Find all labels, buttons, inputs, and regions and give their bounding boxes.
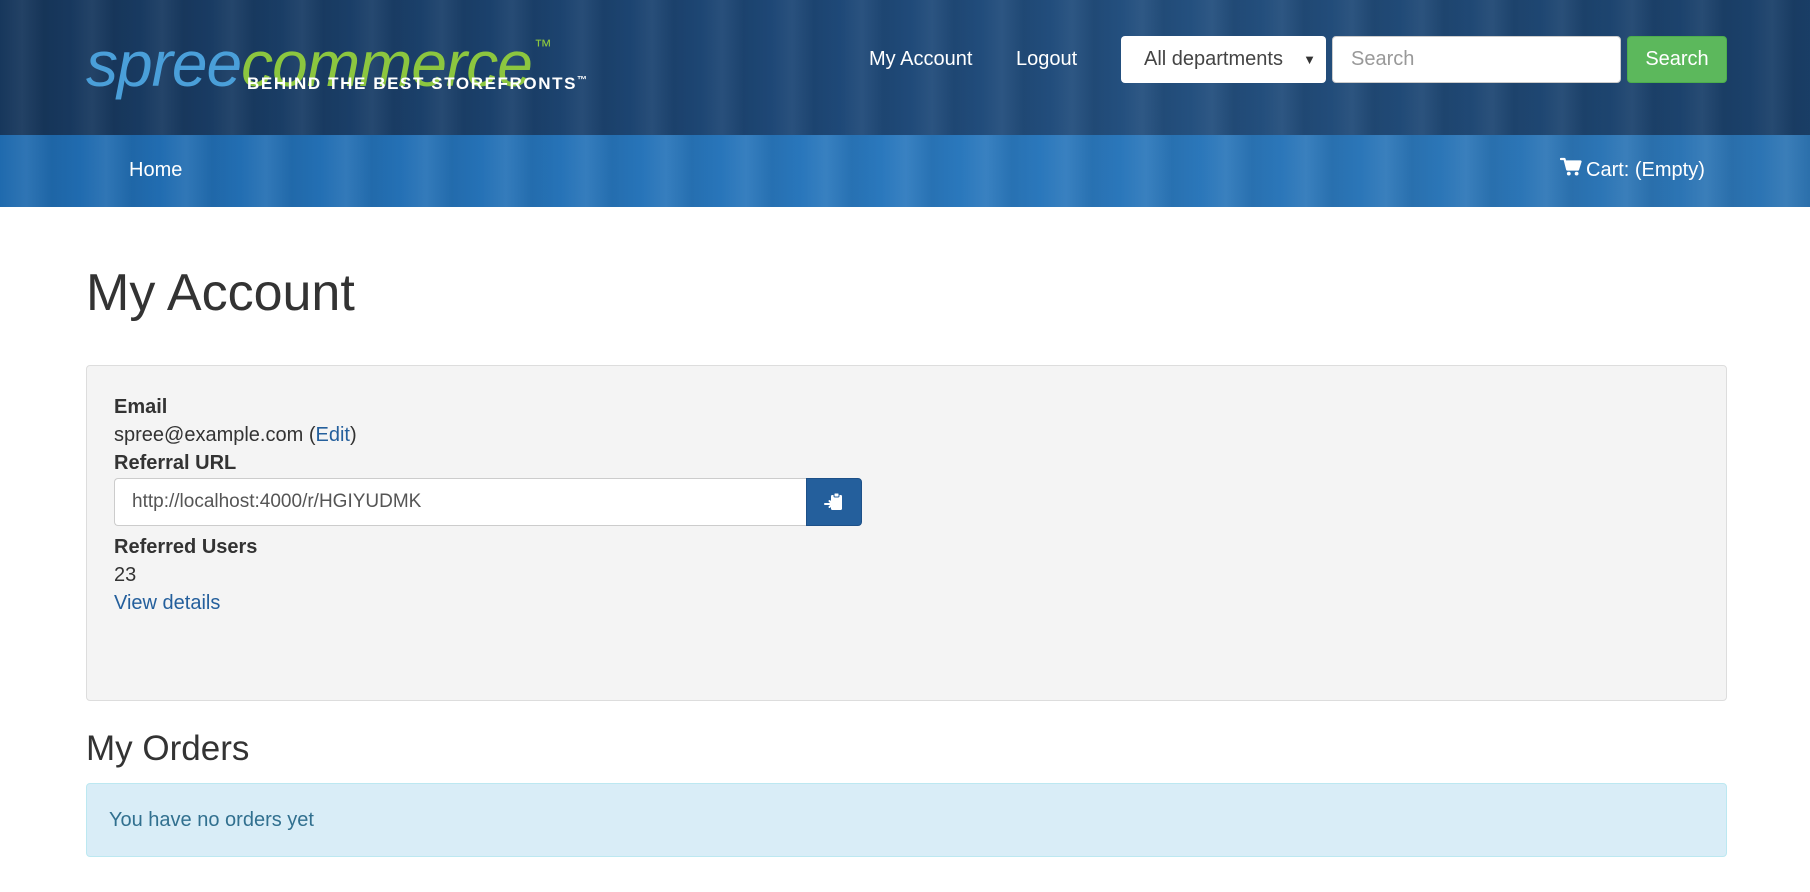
copy-referral-url-button[interactable]	[806, 478, 862, 526]
page-title: My Account	[86, 264, 355, 322]
edit-close-paren: )	[349, 424, 357, 446]
department-selected-value: All departments	[1144, 48, 1283, 70]
search-button[interactable]: Search	[1627, 36, 1727, 83]
no-orders-alert: You have no orders yet	[86, 783, 1727, 857]
logo-tagline-text: BEHIND THE BEST STOREFRONTS	[247, 74, 578, 93]
logo-spree-text: spree	[86, 28, 242, 100]
clipboard-paste-icon	[824, 492, 842, 510]
email-label: Email	[114, 396, 168, 418]
logo-tagline-trademark: ™	[577, 75, 589, 86]
my-account-link[interactable]: My Account	[869, 47, 972, 71]
account-summary-panel: Email spree@example.com (Edit) Referral …	[86, 365, 1727, 701]
edit-email-link[interactable]: Edit	[316, 424, 350, 446]
edit-open-paren: (	[308, 424, 316, 446]
referral-url-field[interactable]	[114, 478, 807, 526]
shopping-cart-icon	[1559, 157, 1582, 177]
referred-users-count: 23	[114, 564, 137, 586]
referral-url-label: Referral URL	[114, 452, 237, 474]
logo-trademark: ™	[533, 36, 552, 56]
view-details-link[interactable]: View details	[114, 592, 220, 615]
my-orders-heading: My Orders	[86, 729, 250, 768]
main-nav-bar: Home Cart: (Empty)	[0, 135, 1810, 207]
caret-down-icon: ▼	[1303, 52, 1316, 67]
email-row: spree@example.com (Edit)	[114, 424, 357, 447]
spree-commerce-logo[interactable]: spreecommerce ™ BEHIND THE BEST STOREFRON…	[86, 8, 616, 100]
cart-label: Cart: (Empty)	[1586, 159, 1705, 181]
logo-tagline: BEHIND THE BEST STOREFRONTS™	[247, 74, 589, 94]
referred-users-label: Referred Users	[114, 536, 258, 558]
email-value: spree@example.com	[114, 424, 304, 446]
top-header: spreecommerce ™ BEHIND THE BEST STOREFRON…	[0, 0, 1810, 135]
cart-link[interactable]: Cart: (Empty)	[1559, 157, 1705, 182]
search-input[interactable]	[1332, 36, 1621, 83]
nav-home-link[interactable]: Home	[129, 159, 182, 182]
department-select[interactable]: All departments ▼	[1121, 36, 1326, 83]
logout-link[interactable]: Logout	[1016, 47, 1077, 71]
